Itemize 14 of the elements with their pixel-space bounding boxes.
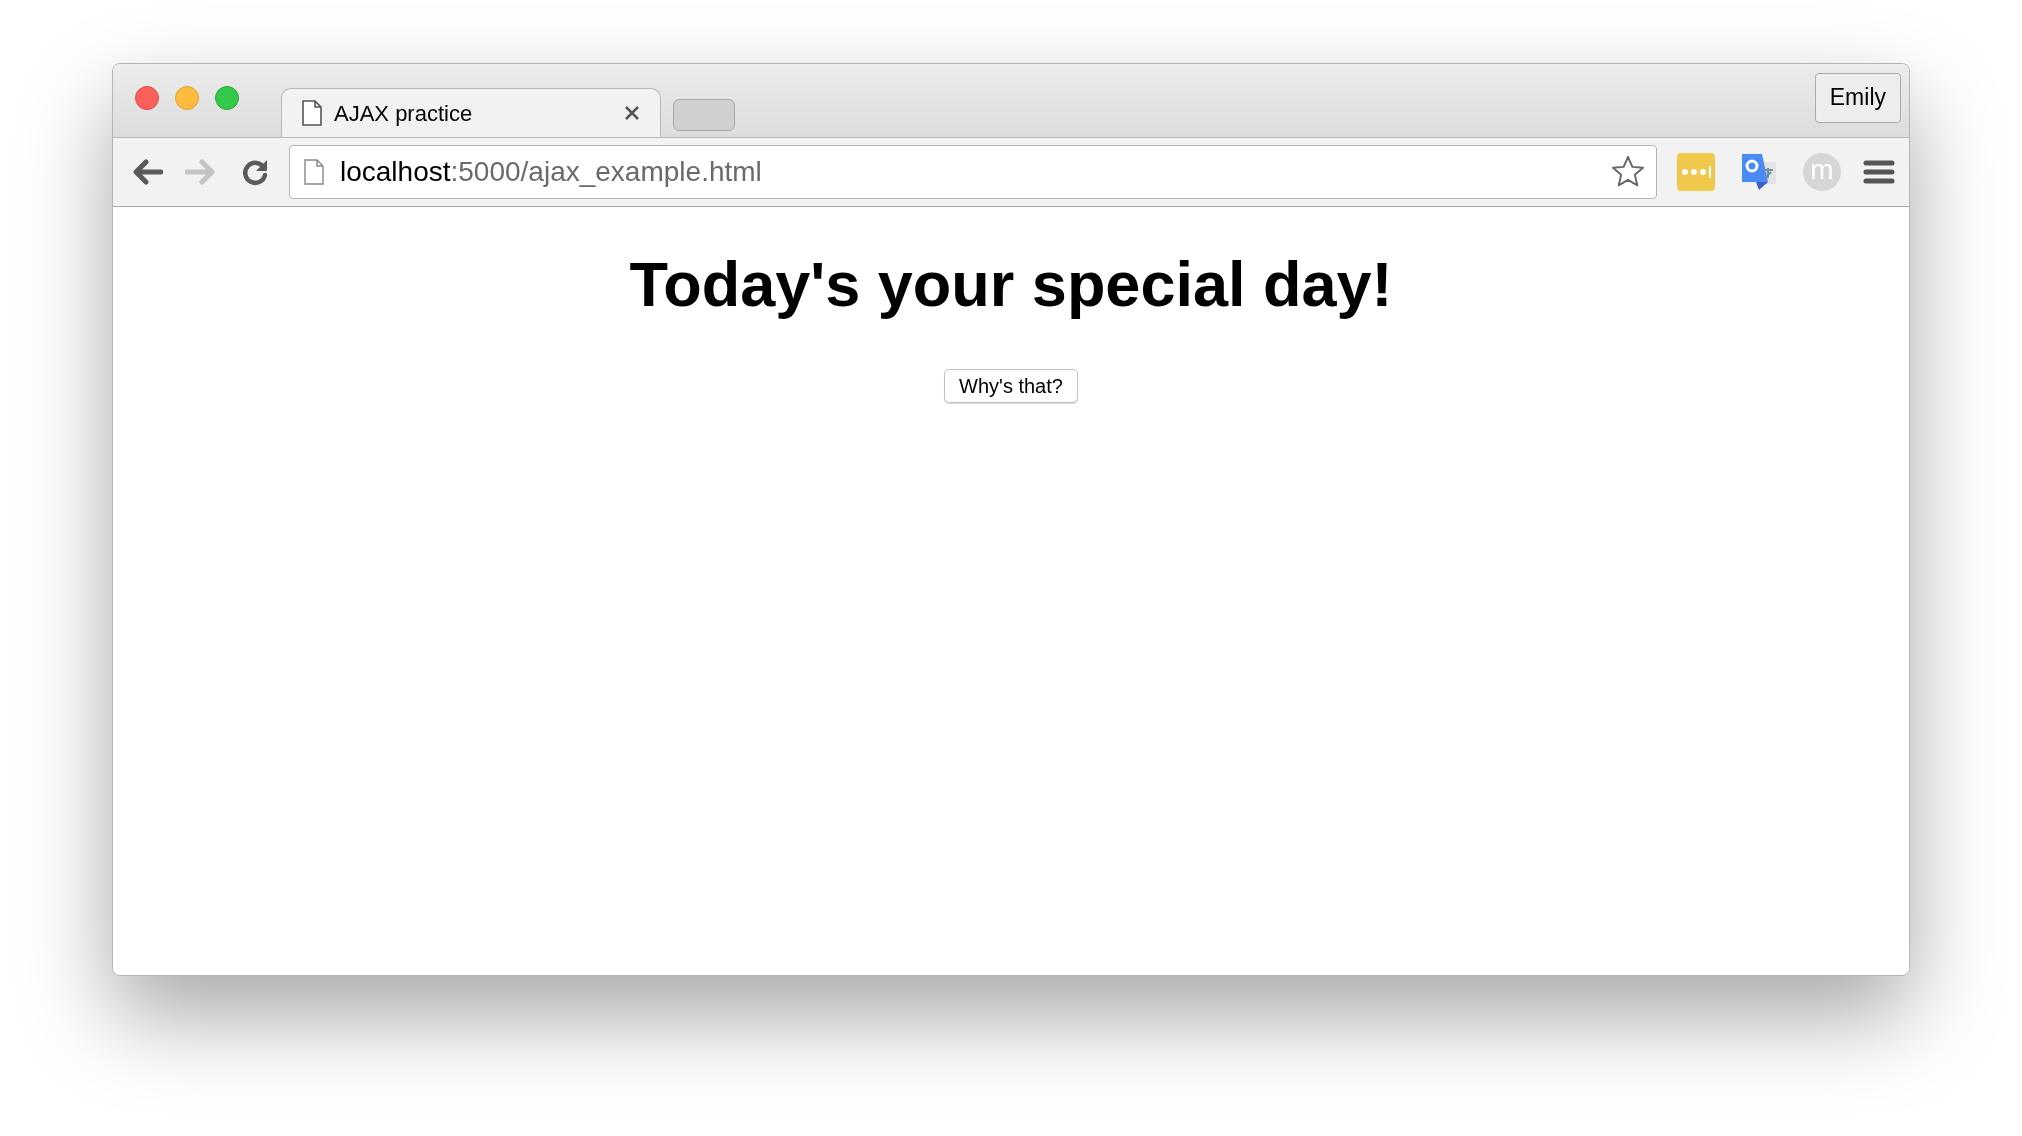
translate-extension-icon[interactable] (1739, 152, 1779, 192)
page-heading: Today's your special day! (629, 248, 1393, 321)
browser-tab[interactable]: AJAX practice (281, 88, 661, 137)
page-icon (302, 100, 322, 126)
whys-that-button[interactable]: Why's that? (944, 368, 1078, 403)
profile-button[interactable]: Emily (1814, 72, 1901, 123)
tab-title: AJAX practice (334, 99, 474, 128)
close-window-icon[interactable] (135, 85, 159, 110)
menu-icon[interactable] (1863, 159, 1895, 185)
address-bar[interactable]: localhost:5000/ajax_example.html (289, 145, 1657, 199)
page-icon (304, 159, 324, 185)
close-icon[interactable] (624, 105, 640, 121)
url-text: localhost:5000/ajax_example.html (340, 155, 763, 189)
dots-extension-icon[interactable] (1677, 153, 1715, 191)
